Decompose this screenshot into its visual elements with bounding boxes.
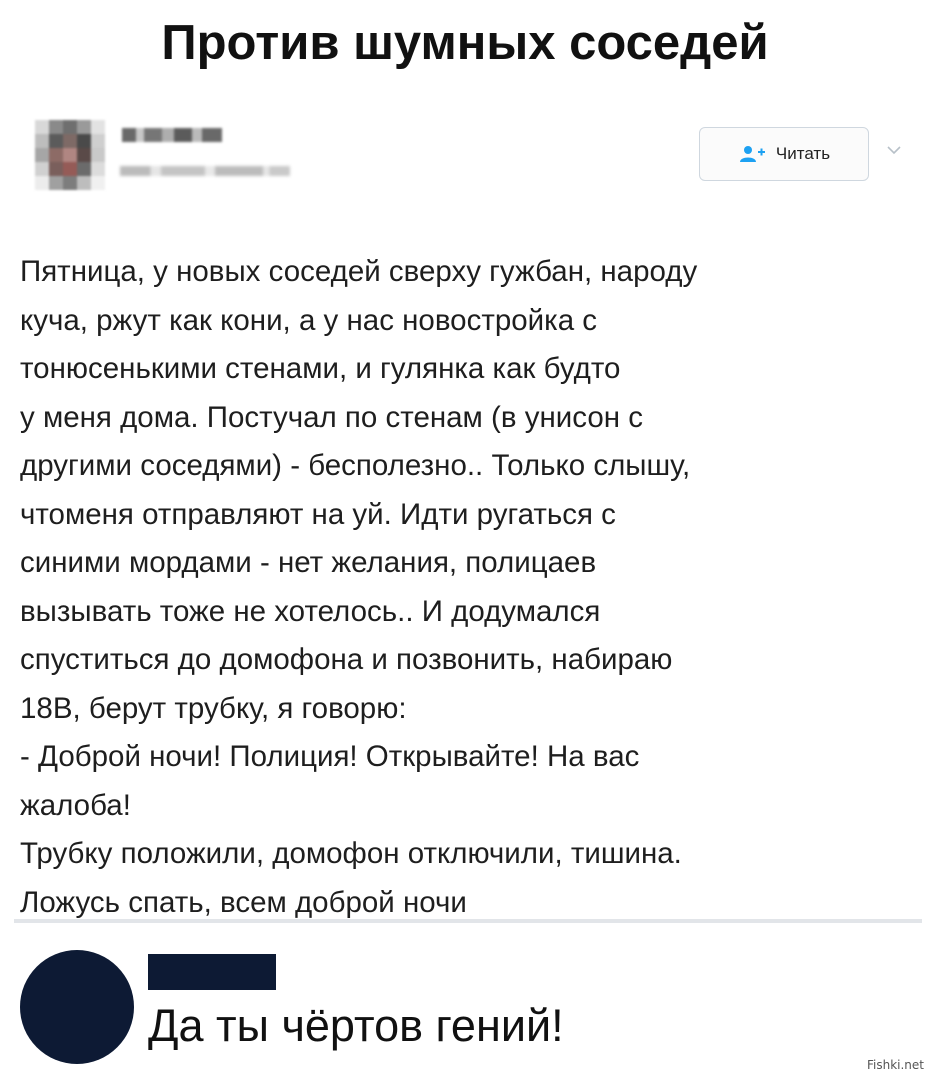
follow-button[interactable]: Читать: [699, 127, 869, 181]
tweet-line: у меня дома. Постучал по стенам (в унисо…: [20, 400, 643, 434]
page-title: Против шумных соседей: [161, 16, 769, 70]
tweet-line: жалоба!: [20, 788, 131, 822]
tweet-line: - Доброй ночи! Полиция! Открывайте! На в…: [20, 740, 640, 773]
tweet-line: Пятница, у новых соседей сверху гужбан, …: [20, 255, 698, 288]
chevron-down-icon[interactable]: [884, 140, 904, 160]
tweet-line: другими соседями) - бесполезно.. Только …: [20, 449, 691, 482]
author-avatar[interactable]: [35, 120, 105, 190]
tweet-line: вызывать тоже не хотелось.. И додумался: [20, 594, 601, 628]
tweet-line: синими мордами - нет желания, полицаев: [20, 546, 597, 579]
reply-avatar[interactable]: [20, 950, 134, 1064]
tweet-line: спуститься до домофона и позвонить, наби…: [20, 643, 673, 676]
tweet-line: 18В, берут трубку, я говорю:: [20, 691, 407, 725]
tweet-line: Трубку положили, домофон отключили, тиши…: [20, 837, 682, 870]
add-user-icon: [738, 144, 766, 164]
reply-text: Да ты чёртов гений!: [148, 1000, 564, 1051]
tweet-line: чтоменя отправляют на уй. Идти ругаться …: [20, 497, 616, 531]
follow-label: Читать: [775, 144, 831, 163]
author-handle-redacted: [120, 166, 290, 176]
watermark: Fishki.net: [866, 1058, 924, 1072]
reply-name-redacted[interactable]: [148, 954, 276, 990]
tweet-line: тонюсенькими стенами, и гулянка как будт…: [20, 352, 621, 385]
divider: [14, 919, 922, 923]
tweet-line: куча, ржут как кони, а у нас новостройка…: [20, 303, 598, 337]
tweet-text: Пятница, у новых соседей сверху гужбан, …: [20, 248, 915, 927]
author-name-redacted[interactable]: [122, 128, 222, 142]
